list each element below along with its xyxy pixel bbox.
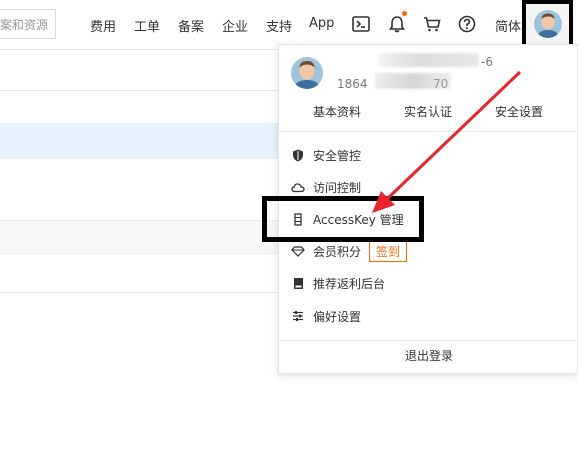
account-name-tail: -6 <box>481 55 493 69</box>
sliders-icon <box>291 309 305 323</box>
redacted-username <box>379 53 479 67</box>
terminal-icon[interactable] <box>350 13 372 35</box>
table-row-selected[interactable] <box>0 123 280 159</box>
menu-item-referral-backend[interactable]: 推荐返利后台 <box>291 273 385 293</box>
menu-item-label: 推荐返利后台 <box>313 276 386 291</box>
nav-icp-filing[interactable]: 备案 <box>178 16 204 35</box>
nav-app[interactable]: App <box>309 16 334 31</box>
search-input[interactable]: 案和资源 <box>0 9 56 39</box>
shield-icon <box>291 148 305 162</box>
menu-item-label: 安全管控 <box>313 148 362 163</box>
logout-button[interactable]: 退出登录 <box>279 347 578 364</box>
menu-item-label: 访问控制 <box>313 180 362 195</box>
divider <box>279 340 578 341</box>
nav-tickets[interactable]: 工单 <box>134 16 160 35</box>
row-divider <box>0 292 280 293</box>
help-icon[interactable] <box>456 13 478 35</box>
link-real-name-verification[interactable]: 实名认证 <box>404 103 452 120</box>
account-id-tail: 70 <box>433 77 449 91</box>
menu-item-security-control[interactable]: 安全管控 <box>291 145 361 165</box>
diamond-icon <box>291 244 305 258</box>
menu-item-label: 会员积分 <box>313 244 362 259</box>
nav-support[interactable]: 支持 <box>266 16 292 35</box>
nav-billing[interactable]: 费用 <box>90 16 116 35</box>
table-header-row <box>0 220 280 254</box>
row-divider <box>0 90 280 91</box>
cart-icon[interactable] <box>421 13 443 35</box>
avatar-button[interactable] <box>522 0 573 48</box>
notification-dot <box>402 11 407 16</box>
divider <box>279 131 578 132</box>
book-icon <box>291 276 305 290</box>
menu-item-label: 偏好设置 <box>313 309 362 324</box>
top-navigation-bar: 案和资源 费用 工单 备案 企业 支持 App 简体 <box>0 0 578 50</box>
menu-item-preferences[interactable]: 偏好设置 <box>291 306 361 326</box>
link-basic-profile[interactable]: 基本资料 <box>313 103 361 120</box>
nav-enterprise[interactable]: 企业 <box>222 16 248 35</box>
language-switch[interactable]: 简体 <box>495 16 521 35</box>
avatar <box>533 10 562 38</box>
bell-icon[interactable] <box>386 13 408 35</box>
cloud-icon <box>291 180 305 194</box>
profile-avatar <box>291 57 323 89</box>
link-security-settings[interactable]: 安全设置 <box>495 103 543 120</box>
menu-item-access-control[interactable]: 访问控制 <box>291 177 361 197</box>
menu-item-member-points[interactable]: 会员积分 签到 <box>291 240 408 262</box>
check-in-button[interactable]: 签到 <box>369 240 408 262</box>
annotation-highlight-box <box>262 196 424 242</box>
